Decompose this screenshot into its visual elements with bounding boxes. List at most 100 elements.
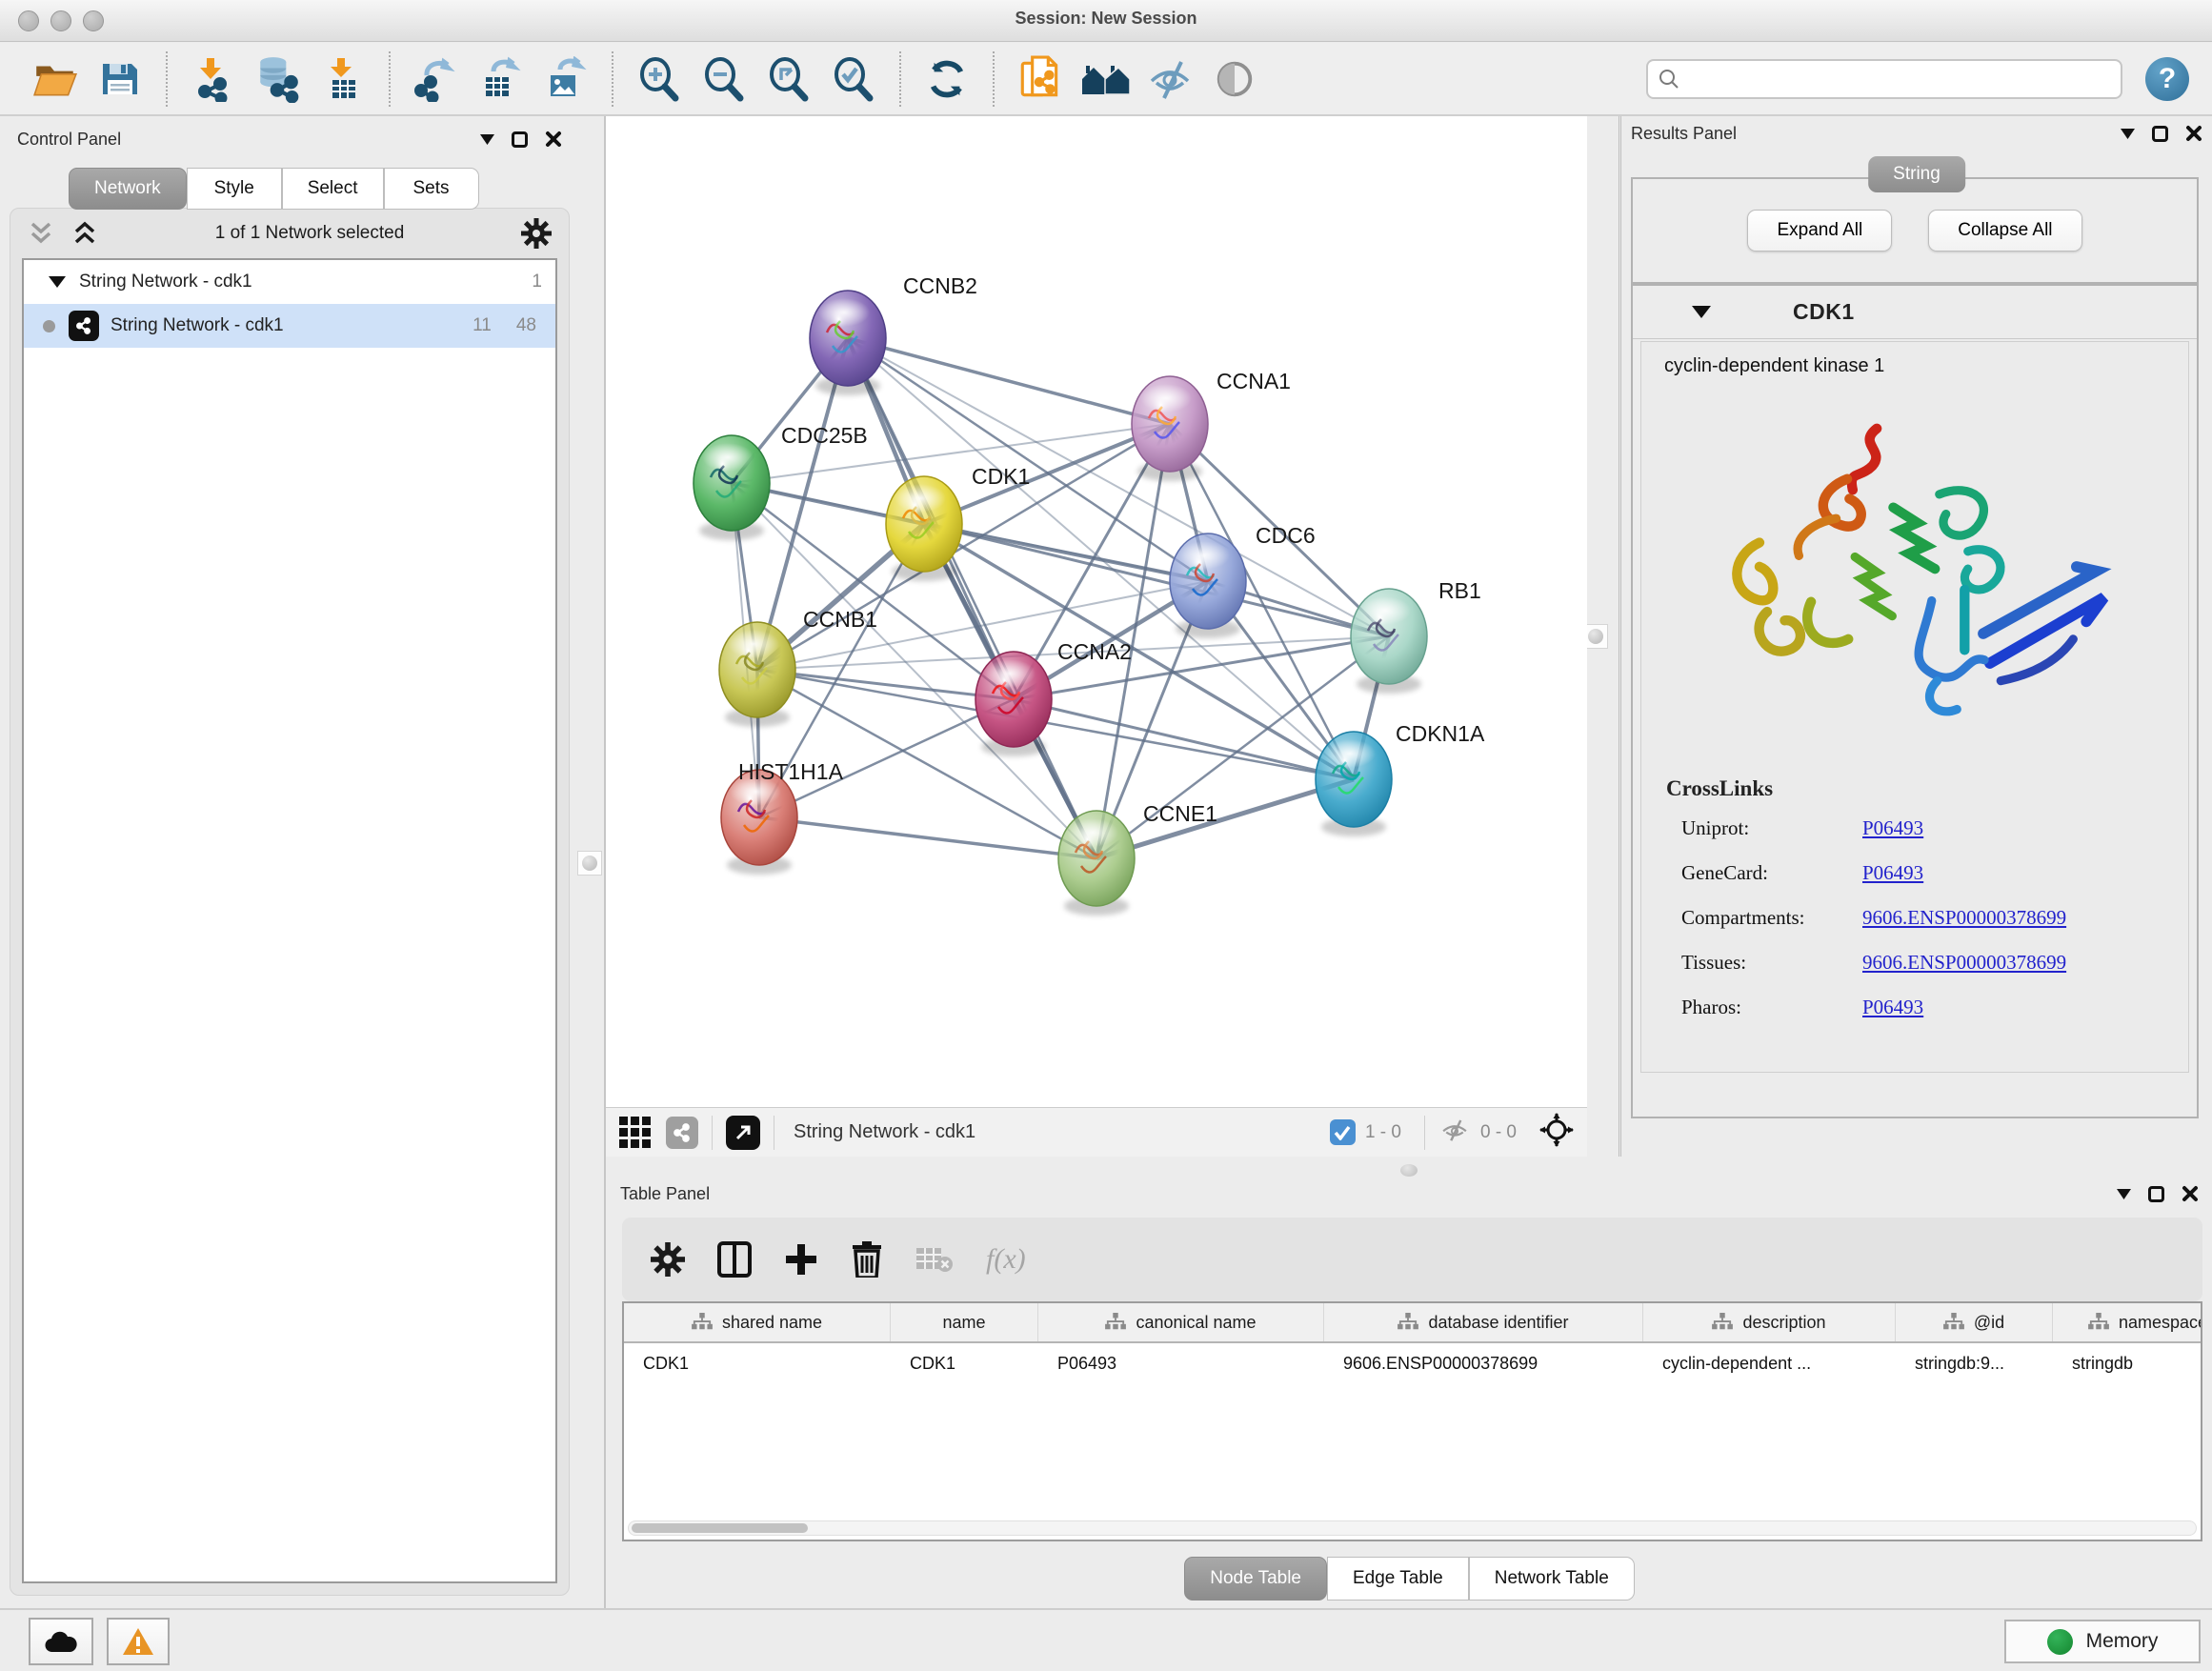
- show-graphics-details-button[interactable]: [1209, 53, 1260, 105]
- network-node-cdk1[interactable]: CDK1: [886, 464, 1030, 581]
- horizontal-splitter-handle[interactable]: [1400, 1164, 1418, 1177]
- network-edge[interactable]: [1096, 779, 1354, 858]
- network-node-ccna2[interactable]: CCNA2: [975, 639, 1132, 756]
- network-edge[interactable]: [759, 699, 1014, 817]
- crosslink-link[interactable]: 9606.ENSP00000378699: [1862, 951, 2066, 975]
- crosshair-icon[interactable]: [1539, 1113, 1574, 1152]
- crosslink-link[interactable]: P06493: [1862, 816, 1923, 840]
- section-expand-icon[interactable]: [1692, 306, 1711, 318]
- delete-table-icon[interactable]: [915, 1245, 954, 1274]
- cloud-status-button[interactable]: [29, 1618, 93, 1665]
- save-session-button[interactable]: [94, 53, 146, 105]
- expand-all-button[interactable]: Expand All: [1747, 210, 1892, 252]
- export-image-button[interactable]: [540, 53, 592, 105]
- column-header-shared-name[interactable]: shared name: [624, 1303, 891, 1341]
- crosslink-link[interactable]: P06493: [1862, 996, 1923, 1019]
- table-cell[interactable]: CDK1: [624, 1343, 891, 1383]
- export-network-button[interactable]: [411, 53, 462, 105]
- export-table-button[interactable]: [475, 53, 527, 105]
- crosslink-link[interactable]: 9606.ENSP00000378699: [1862, 906, 2066, 930]
- network-node-cdc25b[interactable]: CDC25B: [694, 423, 868, 540]
- collapse-all-icon[interactable]: [28, 221, 54, 246]
- import-table-button[interactable]: [317, 53, 369, 105]
- collapse-all-button[interactable]: Collapse All: [1928, 210, 2081, 252]
- node-table[interactable]: shared namenamecanonical namedatabase id…: [622, 1301, 2202, 1541]
- table-cell[interactable]: stringdb:9...: [1896, 1343, 2053, 1383]
- tab-select[interactable]: Select: [282, 168, 384, 210]
- column-header-database-identifier[interactable]: database identifier: [1324, 1303, 1643, 1341]
- tab-node-table[interactable]: Node Table: [1184, 1557, 1327, 1601]
- panel-float-menu-icon[interactable]: [2117, 1189, 2131, 1199]
- network-edge[interactable]: [848, 338, 1096, 858]
- import-network-button[interactable]: [188, 53, 239, 105]
- network-row[interactable]: String Network - cdk1 11 48: [24, 304, 555, 348]
- open-session-button[interactable]: [30, 53, 81, 105]
- add-column-icon[interactable]: [784, 1242, 818, 1277]
- left-splitter-handle[interactable]: [577, 851, 602, 876]
- panel-maximize-icon[interactable]: [512, 131, 528, 148]
- network-canvas[interactable]: CCNB2 CCNA1 CDC25B CDK1 CDC6 RB1 CCNB1 C…: [606, 116, 1587, 1107]
- hide-selected-button[interactable]: [1144, 53, 1196, 105]
- search-input[interactable]: [1646, 59, 2122, 99]
- network-node-hist1h1a[interactable]: HIST1H1A: [721, 759, 844, 875]
- selected-checkbox[interactable]: [1330, 1119, 1356, 1145]
- panel-close-icon[interactable]: [545, 131, 562, 148]
- birdseye-grid-icon[interactable]: [619, 1117, 651, 1148]
- network-node-ccne1[interactable]: CCNE1: [1058, 801, 1217, 916]
- tab-string[interactable]: String: [1868, 156, 1965, 192]
- table-horizontal-scrollbar[interactable]: [628, 1520, 2197, 1536]
- panel-maximize-icon[interactable]: [2152, 126, 2168, 142]
- zoom-selected-button[interactable]: [828, 53, 879, 105]
- left-splitter[interactable]: [570, 116, 606, 1608]
- network-edge[interactable]: [924, 524, 1389, 636]
- network-edge[interactable]: [759, 817, 1096, 858]
- network-node-rb1[interactable]: RB1: [1351, 578, 1481, 694]
- expand-all-icon[interactable]: [71, 221, 98, 246]
- memory-button[interactable]: Memory: [2004, 1620, 2201, 1663]
- table-settings-gear-icon[interactable]: [651, 1242, 685, 1277]
- column-header--id[interactable]: @id: [1896, 1303, 2053, 1341]
- column-header-namespace[interactable]: namespace: [2053, 1303, 2202, 1341]
- table-cell[interactable]: 9606.ENSP00000378699: [1324, 1343, 1643, 1383]
- table-row[interactable]: CDK1CDK1P064939606.ENSP00000378699cyclin…: [624, 1343, 2201, 1383]
- panel-close-icon[interactable]: [2185, 125, 2202, 142]
- panel-float-menu-icon[interactable]: [2121, 129, 2135, 139]
- zoom-fit-button[interactable]: [763, 53, 814, 105]
- clone-network-button[interactable]: [1015, 53, 1066, 105]
- column-header-name[interactable]: name: [891, 1303, 1038, 1341]
- table-cell[interactable]: cyclin-dependent ...: [1643, 1343, 1896, 1383]
- tree-expand-icon[interactable]: [49, 276, 66, 288]
- table-cell[interactable]: CDK1: [891, 1343, 1038, 1383]
- string-home-button[interactable]: [1079, 53, 1131, 105]
- table-cell[interactable]: P06493: [1038, 1343, 1324, 1383]
- zoom-out-button[interactable]: [698, 53, 750, 105]
- help-button[interactable]: ?: [2145, 57, 2189, 101]
- panel-float-menu-icon[interactable]: [480, 134, 494, 145]
- column-header-description[interactable]: description: [1643, 1303, 1896, 1341]
- delete-column-icon[interactable]: [851, 1241, 883, 1278]
- right-splitter[interactable]: [1587, 116, 1621, 1157]
- show-columns-icon[interactable]: [717, 1241, 752, 1278]
- zoom-in-button[interactable]: [633, 53, 685, 105]
- tab-edge-table[interactable]: Edge Table: [1327, 1557, 1469, 1601]
- gear-icon[interactable]: [521, 218, 552, 249]
- panel-close-icon[interactable]: [2182, 1185, 2199, 1202]
- network-node-cdkn1a[interactable]: CDKN1A: [1316, 721, 1485, 836]
- tab-style[interactable]: Style: [187, 168, 282, 210]
- network-node-cdc6[interactable]: CDC6: [1170, 523, 1316, 638]
- detach-view-button[interactable]: [726, 1116, 760, 1150]
- tab-sets[interactable]: Sets: [384, 168, 479, 210]
- refresh-button[interactable]: [921, 53, 973, 105]
- table-cell[interactable]: stringdb: [2053, 1343, 2202, 1383]
- warnings-button[interactable]: [107, 1618, 170, 1665]
- tab-network[interactable]: Network: [69, 168, 187, 210]
- network-type-icon[interactable]: [666, 1117, 698, 1149]
- crosslink-link[interactable]: P06493: [1862, 861, 1923, 885]
- function-builder-button[interactable]: f(x): [986, 1243, 1026, 1276]
- protein-section-header[interactable]: CDK1: [1633, 286, 2197, 339]
- import-network-from-database-button[interactable]: [252, 53, 304, 105]
- column-header-canonical-name[interactable]: canonical name: [1038, 1303, 1324, 1341]
- panel-maximize-icon[interactable]: [2148, 1186, 2164, 1202]
- network-collection-row[interactable]: String Network - cdk1 1: [24, 260, 555, 304]
- tab-network-table[interactable]: Network Table: [1469, 1557, 1635, 1601]
